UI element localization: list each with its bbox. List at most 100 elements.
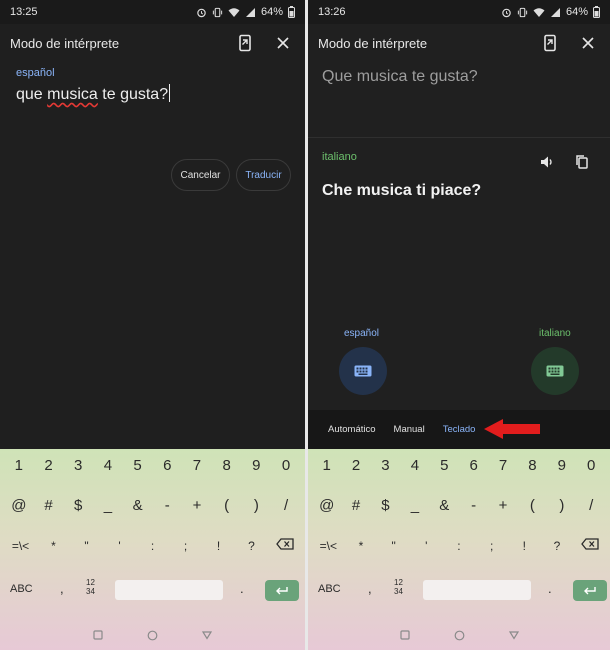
key[interactable]: $	[66, 497, 90, 514]
keyboard: 1234567890 @ # $ _ & - +() / =\< * " ':;!? ABC , 1…	[308, 449, 610, 650]
numpad-key[interactable]: 12 34	[86, 578, 95, 596]
close-button[interactable]	[576, 31, 600, 55]
key[interactable]: ;	[480, 539, 504, 553]
nav-home-icon[interactable]	[454, 630, 465, 641]
key[interactable]: &	[432, 497, 456, 514]
key[interactable]: =\<	[9, 539, 33, 553]
key[interactable]: @	[315, 497, 339, 514]
app-title: Modo de intérprete	[318, 35, 428, 51]
key[interactable]: +	[491, 497, 515, 514]
key[interactable]: 7	[491, 457, 515, 474]
backspace-key[interactable]	[273, 538, 297, 553]
mode-manual-tab[interactable]: Manual	[394, 424, 425, 435]
key[interactable]: !	[512, 539, 536, 553]
key[interactable]: 4	[403, 457, 427, 474]
key[interactable]: :	[141, 539, 165, 553]
key[interactable]: *	[349, 539, 373, 553]
close-button[interactable]	[271, 31, 295, 55]
key[interactable]: 7	[185, 457, 209, 474]
key[interactable]: /	[579, 497, 603, 514]
screen-switch-button[interactable]	[233, 31, 257, 55]
key[interactable]: +	[185, 497, 209, 514]
comma-key[interactable]: ,	[368, 581, 372, 596]
key[interactable]: ;	[174, 539, 198, 553]
nav-recents-icon[interactable]	[399, 630, 410, 640]
key[interactable]: 6	[155, 457, 179, 474]
source-text[interactable]: Que musica te gusta?	[322, 68, 478, 86]
key[interactable]: *	[42, 539, 66, 553]
key[interactable]: 1	[7, 457, 31, 474]
key[interactable]: 3	[373, 457, 397, 474]
key[interactable]: 5	[432, 457, 456, 474]
right-screen: 13:26 64% Modo de intérprete Que musica …	[308, 0, 610, 650]
comma-key[interactable]: ,	[60, 581, 64, 596]
numpad-key[interactable]: 12 34	[394, 578, 403, 596]
key[interactable]: /	[274, 497, 298, 514]
translate-button[interactable]: Traducir	[236, 159, 291, 191]
key[interactable]: $	[373, 497, 397, 514]
spanish-keyboard-button[interactable]	[339, 347, 387, 395]
mode-automatic-tab[interactable]: Automático	[328, 424, 376, 435]
key[interactable]: '	[108, 539, 132, 553]
key[interactable]: )	[550, 497, 574, 514]
cancel-button[interactable]: Cancelar	[171, 159, 230, 191]
key[interactable]: "	[382, 539, 406, 553]
key[interactable]: 8	[215, 457, 239, 474]
key[interactable]: @	[7, 497, 31, 514]
key[interactable]: #	[344, 497, 368, 514]
speaker-icon[interactable]	[538, 153, 556, 171]
key[interactable]: !	[207, 539, 231, 553]
mode-keyboard-tab[interactable]: Teclado	[443, 424, 476, 435]
period-key[interactable]: .	[240, 581, 244, 596]
mode-tabs: Automático Manual Teclado	[308, 410, 610, 449]
enter-key[interactable]	[573, 580, 607, 601]
nav-back-icon[interactable]	[508, 630, 519, 640]
backspace-key[interactable]	[578, 538, 602, 553]
nav-back-icon[interactable]	[202, 630, 212, 640]
key[interactable]: )	[244, 497, 268, 514]
abc-key[interactable]: ABC	[10, 583, 33, 595]
key[interactable]: =\<	[316, 539, 340, 553]
key[interactable]: ?	[545, 539, 569, 553]
key[interactable]: _	[96, 497, 120, 514]
source-text-input[interactable]: que musica te gusta?	[16, 84, 171, 104]
nav-recents-icon[interactable]	[93, 630, 103, 640]
italian-keyboard-button[interactable]	[531, 347, 579, 395]
key[interactable]: ?	[240, 539, 264, 553]
key[interactable]: 4	[96, 457, 120, 474]
key[interactable]: 1	[315, 457, 339, 474]
key[interactable]: 8	[520, 457, 544, 474]
key[interactable]: 0	[274, 457, 298, 474]
alarm-icon	[502, 8, 511, 17]
keyboard-row-punct: =\< * " ':;!?	[308, 538, 610, 553]
space-key[interactable]	[115, 580, 223, 600]
copy-icon[interactable]	[573, 153, 591, 171]
key[interactable]: -	[462, 497, 486, 514]
key[interactable]: 0	[579, 457, 603, 474]
space-key[interactable]	[423, 580, 531, 600]
battery-icon	[593, 6, 600, 18]
numpad-bottom: 34	[86, 587, 95, 596]
key[interactable]: 9	[244, 457, 268, 474]
key[interactable]: &	[126, 497, 150, 514]
key[interactable]: '	[414, 539, 438, 553]
key[interactable]: (	[215, 497, 239, 514]
key[interactable]: :	[447, 539, 471, 553]
key[interactable]: -	[155, 497, 179, 514]
key[interactable]: #	[37, 497, 61, 514]
key[interactable]: 5	[126, 457, 150, 474]
enter-key[interactable]	[265, 580, 299, 601]
key[interactable]: _	[403, 497, 427, 514]
key[interactable]: 3	[66, 457, 90, 474]
key[interactable]: "	[75, 539, 99, 553]
key[interactable]: 6	[462, 457, 486, 474]
key[interactable]: 2	[37, 457, 61, 474]
abc-key[interactable]: ABC	[318, 583, 341, 595]
key[interactable]: 2	[344, 457, 368, 474]
nav-home-icon[interactable]	[147, 630, 158, 641]
key[interactable]: (	[520, 497, 544, 514]
period-key[interactable]: .	[548, 581, 552, 596]
screen-switch-button[interactable]	[538, 31, 562, 55]
key[interactable]: 9	[550, 457, 574, 474]
close-icon	[582, 37, 594, 49]
